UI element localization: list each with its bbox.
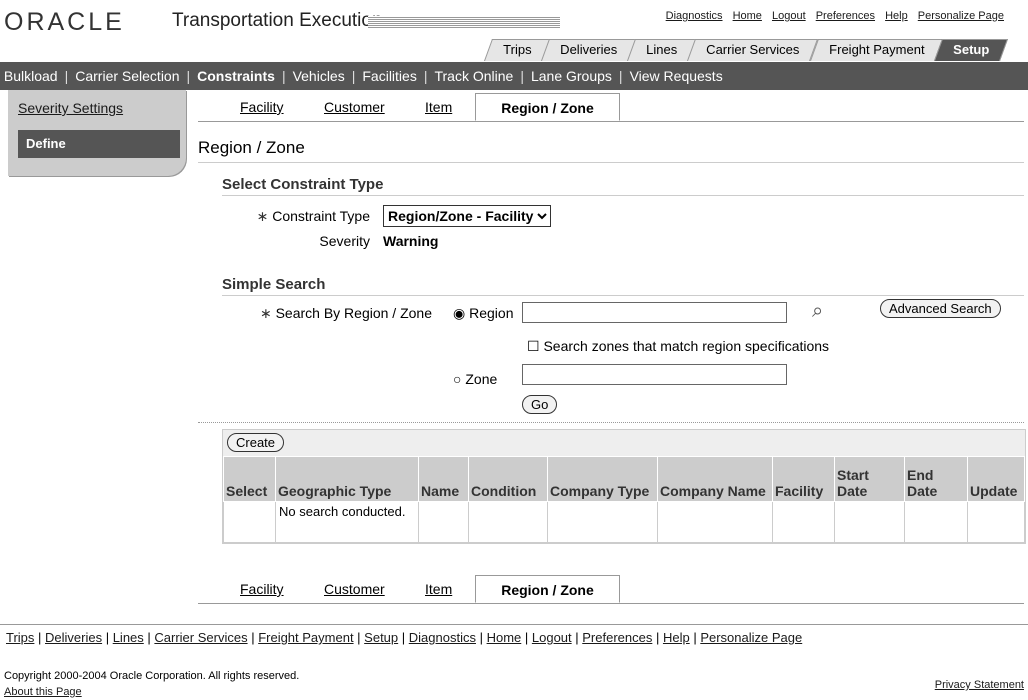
tab-lines[interactable]: Lines [627,39,697,61]
footer-link-home[interactable]: Home [487,630,522,645]
footer-link-diagnostics[interactable]: Diagnostics [409,630,476,645]
subnav-track-online[interactable]: Track Online [434,68,513,84]
col-name: Name [418,456,469,502]
privacy-link[interactable]: Privacy Statement [935,679,1024,691]
side-link-severity-settings[interactable]: Severity Settings [18,100,123,116]
results-region: Create Select Geographic Type Name Condi… [222,429,1026,544]
flashlight-search-icon[interactable]: ⌕ [812,300,823,323]
subtab-item[interactable]: Item [425,99,452,115]
subtabs-top: Facility Customer Item Region / Zone [198,93,1024,122]
subnav-lane-groups[interactable]: Lane Groups [531,68,612,84]
search-by-label: ∗ Search By Region / Zone [259,305,432,321]
subtab-bottom-facility[interactable]: Facility [240,581,284,597]
footer-link-setup[interactable]: Setup [364,630,398,645]
side-navigation: Severity Settings Define [8,90,186,176]
subtab-bottom-customer[interactable]: Customer [324,581,385,597]
go-button[interactable]: Go [522,395,558,414]
footer-link-trips[interactable]: Trips [6,630,34,645]
advanced-search-button[interactable]: Advanced Search [880,299,1001,318]
global-link-diagnostics[interactable]: Diagnostics [666,10,723,22]
footer-link-preferences[interactable]: Preferences [582,630,652,645]
subtab-customer[interactable]: Customer [324,99,385,115]
region-input[interactable] [522,302,787,323]
tab-trips[interactable]: Trips [483,39,551,61]
main-tabs: Trips Deliveries Lines Carrier Services … [483,39,1009,61]
global-link-logout[interactable]: Logout [772,10,806,22]
oracle-logo: ORACLE [4,8,125,36]
zone-input[interactable] [522,364,787,385]
footer-link-logout[interactable]: Logout [532,630,572,645]
footer-divider [0,624,1028,625]
tab-setup[interactable]: Setup [933,39,1009,61]
footer-link-help[interactable]: Help [663,630,690,645]
subnav-view-requests[interactable]: View Requests [630,68,723,84]
footer-link-deliveries[interactable]: Deliveries [45,630,102,645]
zone-radio-group: ○ Zone [453,371,498,387]
col-end-date: End Date [904,456,968,502]
severity-value: Warning [383,233,439,249]
results-table: Select Geographic Type Name Condition Co… [223,456,1025,543]
region-radio[interactable]: ◉ [453,305,465,321]
subtab-facility[interactable]: Facility [240,99,284,115]
col-company-name: Company Name [657,456,773,502]
col-company-type: Company Type [547,456,658,502]
tab-freight-payment[interactable]: Freight Payment [809,39,943,61]
subtab-bottom-region-zone[interactable]: Region / Zone [475,575,620,603]
global-link-personalize[interactable]: Personalize Page [918,10,1004,22]
severity-label: Severity [319,233,370,249]
subnav-vehicles[interactable]: Vehicles [293,68,345,84]
footer-link-personalize[interactable]: Personalize Page [700,630,802,645]
table-header-row: Select Geographic Type Name Condition Co… [223,456,1025,502]
col-start-date: Start Date [834,456,905,502]
global-link-preferences[interactable]: Preferences [816,10,875,22]
subtab-bottom-item[interactable]: Item [425,581,452,597]
global-link-home[interactable]: Home [733,10,762,22]
footer-link-carrier-services[interactable]: Carrier Services [154,630,247,645]
subnav-facilities[interactable]: Facilities [362,68,416,84]
subnav-carrier-selection[interactable]: Carrier Selection [75,68,179,84]
required-marker: ∗ [256,208,273,224]
subtabs-bottom: Facility Customer Item Region / Zone [198,575,1024,604]
tab-deliveries[interactable]: Deliveries [541,39,637,61]
zone-radio[interactable]: ○ [453,371,461,387]
header-decoration [368,16,560,28]
create-button[interactable]: Create [227,433,285,452]
no-results-message: No search conducted. [275,501,419,543]
footer-link-lines[interactable]: Lines [113,630,144,645]
col-geographic-type: Geographic Type [275,456,419,502]
sub-navigation: Bulkload | Carrier Selection | Constraints | V… [0,62,1028,90]
footer-links: Trips | Deliveries | Lines | Carrier Ser… [6,630,803,645]
section-simple-search: Simple Search [222,276,1024,296]
page-title: Region / Zone [198,138,1024,163]
footer-link-freight-payment[interactable]: Freight Payment [258,630,353,645]
col-select: Select [223,456,276,502]
subtab-region-zone[interactable]: Region / Zone [475,93,620,121]
col-facility: Facility [772,456,835,502]
app-title: Transportation Execution [172,10,383,31]
match-zones-checkbox[interactable]: ☐ [527,338,540,354]
region-radio-group: ◉ Region [453,305,514,321]
section-constraint-type: Select Constraint Type [222,176,1024,196]
col-condition: Condition [468,456,548,502]
global-link-help[interactable]: Help [885,10,908,22]
side-link-define[interactable]: Define [18,130,180,158]
constraint-type-label: ∗ Constraint Type [256,208,370,224]
separator [198,422,1024,423]
global-links: Diagnostics Home Logout Preferences Help… [659,10,1004,22]
match-zones-option: ☐ Search zones that match region specifi… [527,338,830,354]
constraint-type-select[interactable]: Region/Zone - Facility [383,205,551,227]
tab-carrier-services[interactable]: Carrier Services [687,39,819,61]
table-row: No search conducted. [223,501,1025,543]
subnav-constraints[interactable]: Constraints [197,68,275,84]
about-page-link[interactable]: About this Page [4,686,82,698]
col-update: Update [967,456,1025,502]
copyright: Copyright 2000-2004 Oracle Corporation. … [4,670,300,682]
subnav-bulkload[interactable]: Bulkload [4,68,58,84]
